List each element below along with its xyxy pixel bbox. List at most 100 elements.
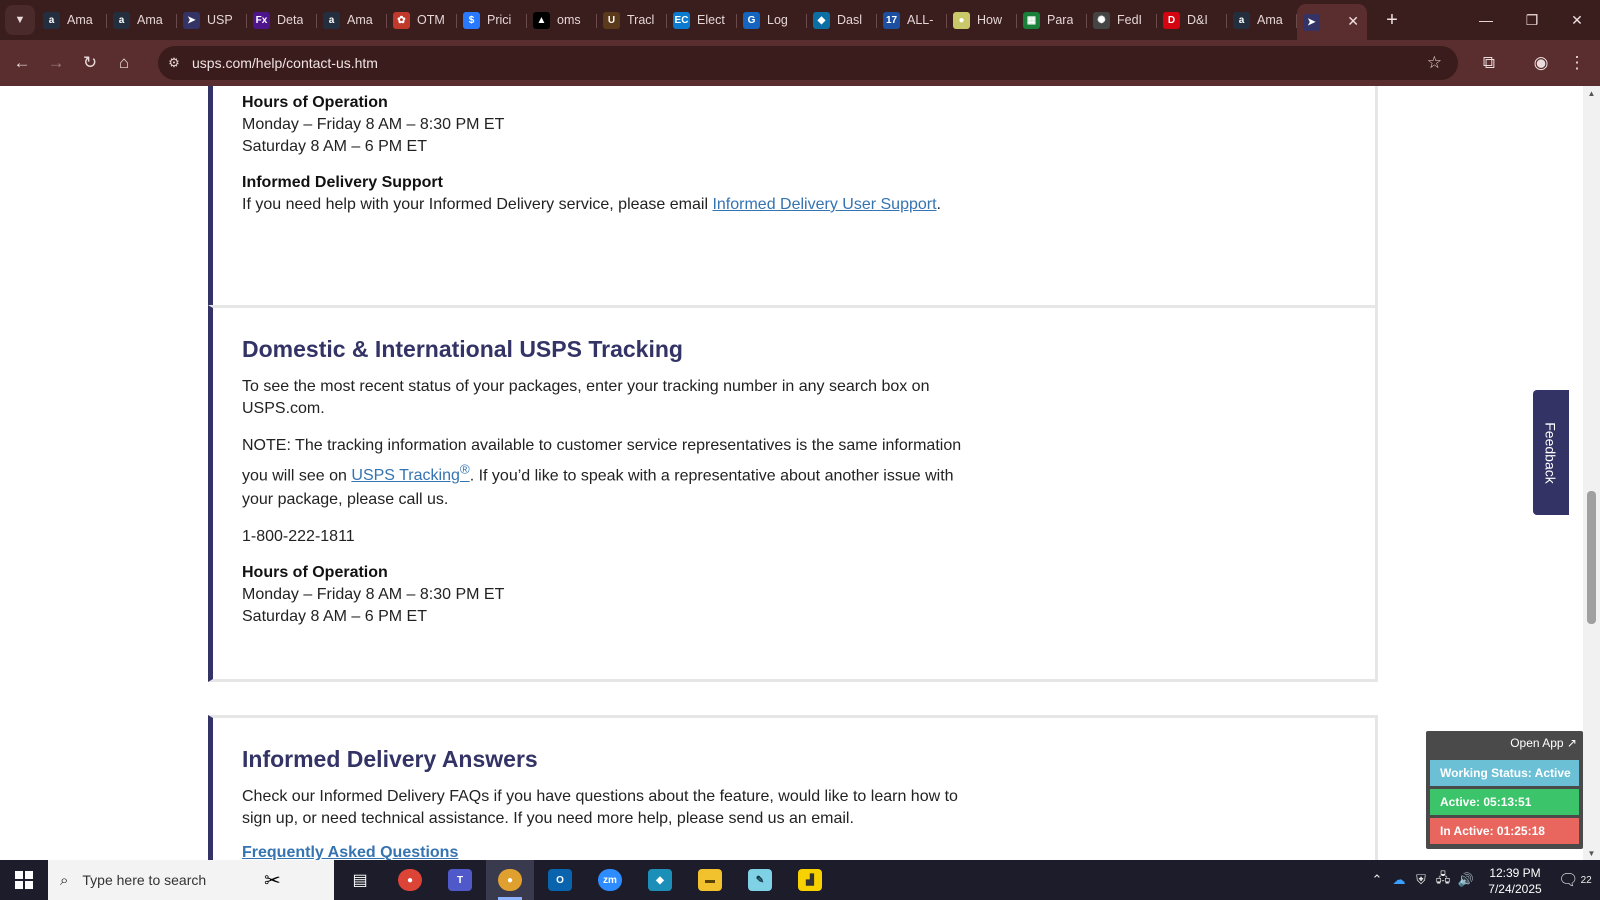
home-button[interactable]: ⌂	[107, 46, 141, 80]
browser-tab[interactable]: ▲ oms	[527, 5, 597, 35]
browser-tab-active[interactable]: ➤ ✕	[1297, 4, 1367, 40]
browser-tab[interactable]: ✿ OTM	[387, 5, 457, 35]
contact-card-informed-delivery-answers: Informed Delivery Answers Check our Info…	[208, 715, 1378, 860]
browser-tab[interactable]: G Log	[737, 5, 807, 35]
address-bar[interactable]: ⚙ usps.com/help/contact-us.htm ☆	[158, 46, 1458, 80]
tab-title: FedI	[1117, 13, 1143, 27]
arrow-left-icon: ←	[13, 53, 31, 72]
browser-tab[interactable]: EC Elect	[667, 5, 737, 35]
bookmark-star-icon[interactable]: ☆	[1427, 53, 1442, 73]
usps-icon: ➤	[183, 11, 200, 29]
tab-search-button[interactable]: ▼	[5, 5, 35, 35]
new-tab-button[interactable]: +	[1377, 5, 1407, 35]
browser-tab[interactable]: a Ama	[317, 5, 387, 35]
browser-tab[interactable]: a Ama	[37, 5, 107, 35]
hours-heading: Hours of Operation	[242, 564, 388, 582]
amazon-icon: a	[1233, 11, 1250, 29]
file-explorer-taskbar-icon[interactable]: ▬	[686, 860, 734, 900]
zoom-taskbar-icon[interactable]: zm	[586, 860, 634, 900]
tab-title: Para	[1047, 13, 1074, 27]
chevron-up-icon: ⌃	[1371, 872, 1383, 887]
notepad-taskbar-icon[interactable]: ✎	[736, 860, 784, 900]
usps-tracking-link[interactable]: USPS Tracking®	[351, 462, 469, 484]
restore-button[interactable]: ❐	[1509, 0, 1555, 40]
tracking-section-title: Domestic & International USPS Tracking	[242, 336, 683, 362]
close-tab-icon[interactable]: ✕	[1347, 13, 1359, 30]
faq-link[interactable]: Frequently Asked Questions	[242, 844, 458, 860]
profile-icon: ◉	[1533, 53, 1549, 72]
contact-card-tracking: Domestic & International USPS Tracking T…	[208, 305, 1378, 682]
working-status: Working Status: Active	[1430, 760, 1579, 786]
tracking-intro: To see the most recent status of your pa…	[242, 378, 930, 417]
back-button[interactable]: ←	[5, 46, 39, 80]
tab-title: Ama	[137, 13, 163, 27]
tab-title: Ama	[67, 13, 93, 27]
windows-taskbar: ⌕ Type here to search ✂ ▤ ● T ● O zm ◆ ▬…	[0, 860, 1600, 900]
hours-saturday: Saturday 8 AM – 6 PM ET	[242, 608, 427, 626]
profile-button[interactable]: ◉	[1524, 46, 1558, 80]
answers-text: Check our Informed Delivery FAQs if you …	[242, 788, 958, 827]
browser-tab[interactable]: ➤ USP	[177, 5, 247, 35]
show-hidden-icons-button[interactable]: ⌃	[1366, 860, 1388, 900]
page-viewport: Hours of Operation Monday – Friday 8 AM …	[0, 86, 1583, 860]
notifications-button[interactable]: 🗨 22	[1555, 860, 1595, 900]
usps-icon: ➤	[1303, 13, 1320, 31]
scroll-up-icon[interactable]: ▲	[1583, 86, 1600, 100]
onedrive-icon[interactable]: ☁	[1388, 860, 1410, 900]
sticky-notes-taskbar-icon[interactable]: ▟	[786, 860, 834, 900]
hours-heading: Hours of Operation	[242, 94, 388, 111]
teams-taskbar-icon[interactable]: T	[436, 860, 484, 900]
browser-tab[interactable]: U Tracl	[597, 5, 667, 35]
taskbar-search-box[interactable]: ⌕ Type here to search ✂	[48, 860, 334, 900]
browser-tab[interactable]: a Ama	[1227, 5, 1297, 35]
scrollbar-thumb[interactable]	[1587, 491, 1596, 624]
forward-button[interactable]: →	[39, 46, 73, 80]
browser-tab[interactable]: ▦ Para	[1017, 5, 1087, 35]
activity-timer-widget: Open App ↗ Working Status: Active Active…	[1426, 731, 1583, 849]
browser-tab[interactable]: a Ama	[107, 5, 177, 35]
reload-button[interactable]: ↻	[73, 46, 107, 80]
security-tray-icon[interactable]: ⛨	[1410, 860, 1432, 900]
browser-tab[interactable]: Fx Deta	[247, 5, 317, 35]
otm-icon: ✿	[393, 11, 410, 29]
browser-tab[interactable]: $ Prici	[457, 5, 527, 35]
start-button[interactable]	[0, 860, 48, 900]
close-window-button[interactable]: ✕	[1554, 0, 1600, 40]
tab-title: D&I	[1187, 13, 1208, 27]
tab-title: USP	[207, 13, 233, 27]
browser-tab[interactable]: ● How	[947, 5, 1017, 35]
tab-title: Prici	[487, 13, 512, 27]
volume-icon[interactable]: 🔊	[1454, 860, 1478, 900]
task-view-icon: ▤	[352, 872, 368, 889]
feedback-tab[interactable]: Feedback	[1533, 390, 1569, 515]
ec-icon: EC	[673, 11, 690, 29]
extensions-button[interactable]: ⧉	[1472, 46, 1506, 80]
search-icon: ⌕	[60, 871, 69, 889]
vertical-scrollbar[interactable]: ▲ ▼	[1583, 86, 1600, 860]
tab-title: Log	[767, 13, 788, 27]
browser-tab[interactable]: 17 ALL-	[877, 5, 947, 35]
browser-tab[interactable]: D D&I	[1157, 5, 1227, 35]
scroll-down-icon[interactable]: ▼	[1583, 846, 1600, 860]
site-info-icon[interactable]: ⚙	[158, 55, 190, 71]
menu-button[interactable]: ⋮	[1562, 46, 1592, 80]
ups-icon: U	[603, 11, 620, 29]
chrome-profile-taskbar-icon[interactable]: ●	[486, 860, 534, 900]
chrome-taskbar-icon[interactable]: ●	[386, 860, 434, 900]
tab-title: Dasl	[837, 13, 863, 27]
open-app-button[interactable]: Open App ↗	[1510, 736, 1577, 750]
browser-tab[interactable]: ◆ Dasl	[807, 5, 877, 35]
network-icon[interactable]: 🖧	[1432, 860, 1454, 900]
app-diamond-taskbar-icon[interactable]: ◆	[636, 860, 684, 900]
phone-number: 1-800-222-1811	[242, 528, 355, 546]
system-clock[interactable]: 12:39 PM 7/24/2025	[1483, 865, 1547, 897]
search-placeholder: Type here to search	[82, 872, 207, 888]
clock-time: 12:39 PM	[1489, 866, 1541, 880]
minimize-button[interactable]: —	[1463, 0, 1509, 40]
url-text[interactable]: usps.com/help/contact-us.htm	[192, 55, 378, 71]
outlook-taskbar-icon[interactable]: O	[536, 860, 584, 900]
browser-tab[interactable]: ✺ FedI	[1087, 5, 1157, 35]
tab-title: oms	[557, 13, 581, 27]
informed-delivery-support-link[interactable]: Informed Delivery User Support	[712, 196, 936, 213]
task-view-button[interactable]: ▤	[336, 860, 384, 900]
